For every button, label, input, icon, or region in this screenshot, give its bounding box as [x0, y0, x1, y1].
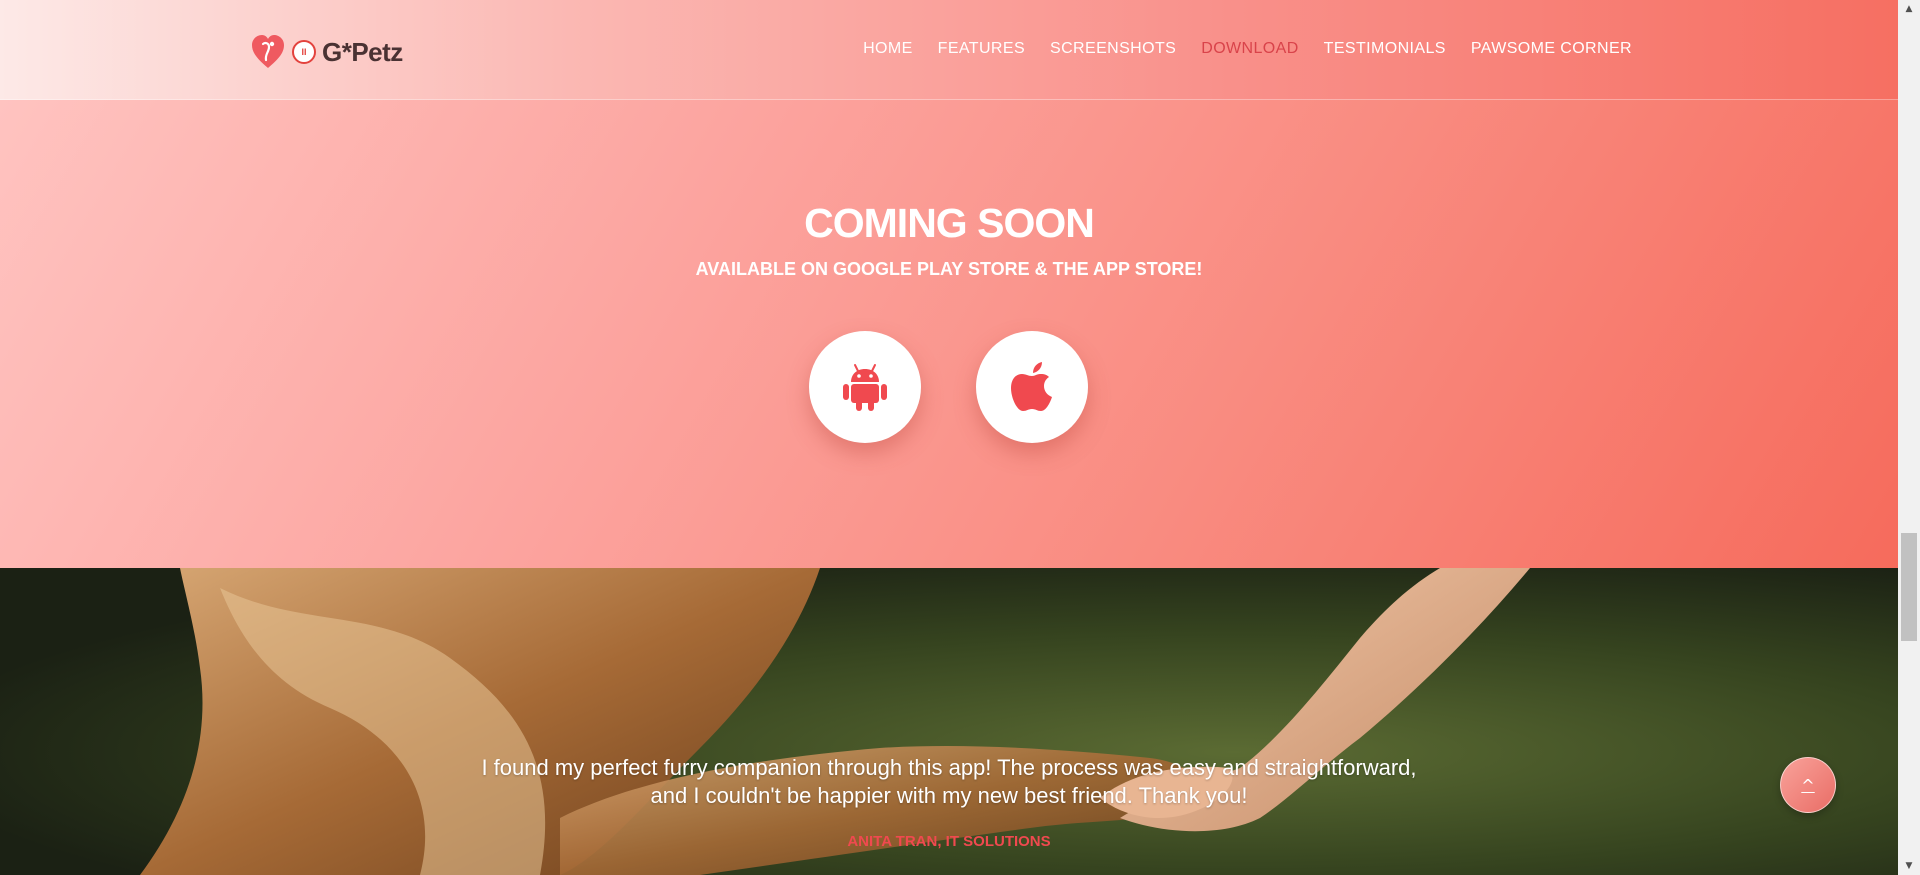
section-subtitle: AVAILABLE ON GOOGLE PLAY STORE & THE APP… [695, 259, 1203, 279]
nav-home[interactable]: HOME [863, 40, 913, 58]
page-scrollbar[interactable]: ▲ ▼ [1898, 0, 1920, 875]
site-header: II G*Petz HOME FEATURES SCREENSHOTS DOWN… [0, 0, 1898, 100]
quote-line-1: I found my perfect furry companion throu… [481, 755, 1417, 780]
logo-badge: II [292, 40, 316, 64]
dog-paw-hand-photo [0, 568, 1898, 875]
chevron-up-icon: ^ [1801, 775, 1815, 795]
nav-screenshots[interactable]: SCREENSHOTS [1050, 40, 1176, 58]
quote-line-2: and I couldn't be happier with my new be… [650, 783, 1248, 808]
brand-name: G*Petz [322, 36, 403, 67]
scroll-up-arrow-icon[interactable]: ▲ [1898, 0, 1920, 18]
nav-pawsome-corner[interactable]: PAWSOME CORNER [1471, 40, 1632, 58]
page: II G*Petz HOME FEATURES SCREENSHOTS DOWN… [0, 0, 1920, 875]
section-title: COMING SOON [804, 200, 1095, 246]
testimonial-section: I found my perfect furry companion throu… [0, 568, 1898, 875]
nav-testimonials[interactable]: TESTIMONIALS [1324, 40, 1446, 58]
apple-icon [1011, 362, 1052, 411]
main-nav: HOME FEATURES SCREENSHOTS DOWNLOAD TESTI… [863, 40, 1632, 58]
nav-download[interactable]: DOWNLOAD [1201, 40, 1298, 58]
testimonial-quote: I found my perfect furry companion throu… [449, 754, 1449, 810]
heart-logo-icon [252, 35, 284, 68]
download-section: COMING SOON AVAILABLE ON GOOGLE PLAY STO… [0, 100, 1898, 568]
testimonial-author: ANITA TRAN, IT SOLUTIONS [847, 833, 1051, 850]
logo[interactable]: II G*Petz [250, 30, 403, 74]
scroll-down-arrow-icon[interactable]: ▼ [1898, 857, 1920, 875]
google-play-button[interactable] [809, 331, 921, 443]
android-icon [843, 364, 887, 411]
app-store-button[interactable] [976, 331, 1088, 443]
scrollbar-thumb[interactable] [1901, 533, 1917, 641]
back-to-top-button[interactable]: ^ [1780, 757, 1836, 813]
nav-features[interactable]: FEATURES [938, 40, 1025, 58]
